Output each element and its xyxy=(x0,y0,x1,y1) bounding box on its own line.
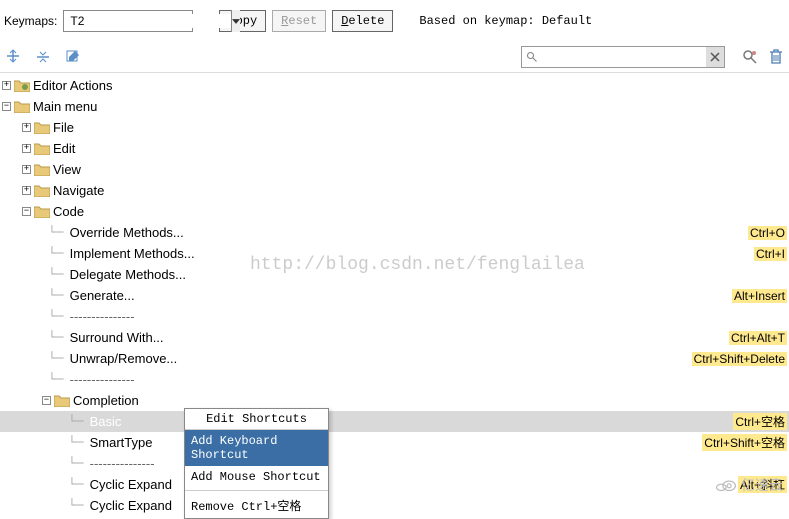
tree-leaf-unwrap[interactable]: └─Unwrap/Remove...Ctrl+Shift+Delete xyxy=(0,348,789,369)
keymaps-label: Keymaps: xyxy=(4,14,57,28)
ctx-remove-shortcut[interactable]: Remove Ctrl+空格 xyxy=(185,493,328,518)
folder-icon xyxy=(14,100,30,113)
search-input[interactable] xyxy=(521,46,725,68)
folder-icon xyxy=(34,121,50,134)
tree-node-main-menu[interactable]: −Main menu xyxy=(0,96,789,117)
collapse-all-icon[interactable] xyxy=(34,48,52,66)
expand-icon[interactable]: + xyxy=(22,165,31,174)
delete-button[interactable]: Delete xyxy=(332,10,393,32)
collapse-icon[interactable]: − xyxy=(22,207,31,216)
shortcut-badge: Ctrl+Shift+空格 xyxy=(702,434,787,451)
tree-separator: └─--------------- xyxy=(0,453,789,474)
tree-separator: └─--------------- xyxy=(0,369,789,390)
ctx-add-mouse-shortcut[interactable]: Add Mouse Shortcut xyxy=(185,466,328,488)
clear-search-icon[interactable] xyxy=(706,47,724,67)
brand-logo: 亿速云 xyxy=(715,475,783,495)
collapse-icon[interactable]: − xyxy=(42,396,51,405)
expand-icon[interactable]: + xyxy=(22,123,31,132)
context-menu-title: Edit Shortcuts xyxy=(185,409,328,430)
context-menu-separator xyxy=(185,490,328,491)
tree-separator: └─--------------- xyxy=(0,306,789,327)
tree-node-edit[interactable]: +Edit xyxy=(0,138,789,159)
dropdown-icon[interactable] xyxy=(231,10,240,32)
tree-leaf-basic[interactable]: └─BasicCtrl+空格 xyxy=(0,411,789,432)
based-on-label: Based on keymap: Default xyxy=(419,14,592,28)
expand-all-icon[interactable] xyxy=(4,48,22,66)
trash-icon[interactable] xyxy=(767,48,785,66)
tree-leaf-override[interactable]: └─Override Methods...Ctrl+O xyxy=(0,222,789,243)
shortcut-badge: Ctrl+空格 xyxy=(733,413,787,430)
tree-node-completion[interactable]: −Completion xyxy=(0,390,789,411)
folder-icon xyxy=(54,394,70,407)
shortcut-badge: Ctrl+Shift+Delete xyxy=(692,352,787,366)
folder-icon xyxy=(34,184,50,197)
folder-icon xyxy=(34,205,50,218)
folder-icon xyxy=(34,142,50,155)
search-field[interactable] xyxy=(542,50,706,64)
tree-leaf-cyclic-expand-2[interactable]: └─Cyclic Expand xyxy=(0,495,789,516)
keymap-select[interactable] xyxy=(63,10,193,32)
tree-leaf-cyclic-expand[interactable]: └─Cyclic ExpandAlt+斜杠 xyxy=(0,474,789,495)
keymap-value[interactable] xyxy=(64,14,231,28)
folder-icon xyxy=(34,163,50,176)
context-menu: Edit Shortcuts Add Keyboard Shortcut Add… xyxy=(184,408,329,519)
tree-leaf-generate[interactable]: └─Generate...Alt+Insert xyxy=(0,285,789,306)
search-icon xyxy=(522,51,542,63)
tree-node-code[interactable]: −Code xyxy=(0,201,789,222)
tree-node-navigate[interactable]: +Navigate xyxy=(0,180,789,201)
tree-leaf-delegate[interactable]: └─Delegate Methods... xyxy=(0,264,789,285)
tree-node-view[interactable]: +View xyxy=(0,159,789,180)
tree-leaf-surround[interactable]: └─Surround With...Ctrl+Alt+T xyxy=(0,327,789,348)
expand-icon[interactable]: + xyxy=(2,81,11,90)
keymap-tree: +Editor Actions −Main menu +File +Edit +… xyxy=(0,73,789,518)
shortcut-badge: Ctrl+Alt+T xyxy=(729,331,787,345)
expand-icon[interactable]: + xyxy=(22,186,31,195)
shortcut-badge: Ctrl+I xyxy=(754,247,787,261)
tree-node-file[interactable]: +File xyxy=(0,117,789,138)
collapse-icon[interactable]: − xyxy=(2,102,11,111)
tree-node-editor-actions[interactable]: +Editor Actions xyxy=(0,75,789,96)
tree-leaf-implement[interactable]: └─Implement Methods...Ctrl+I xyxy=(0,243,789,264)
reset-button: Reset xyxy=(272,10,326,32)
edit-shortcut-icon[interactable] xyxy=(64,48,82,66)
tree-leaf-smarttype[interactable]: └─SmartTypeCtrl+Shift+空格 xyxy=(0,432,789,453)
expand-icon[interactable]: + xyxy=(22,144,31,153)
gear-folder-icon xyxy=(14,79,30,92)
shortcut-badge: Alt+Insert xyxy=(732,289,787,303)
shortcut-badge: Ctrl+O xyxy=(748,226,787,240)
ctx-add-keyboard-shortcut[interactable]: Add Keyboard Shortcut xyxy=(185,430,328,466)
find-action-icon[interactable] xyxy=(741,48,759,66)
